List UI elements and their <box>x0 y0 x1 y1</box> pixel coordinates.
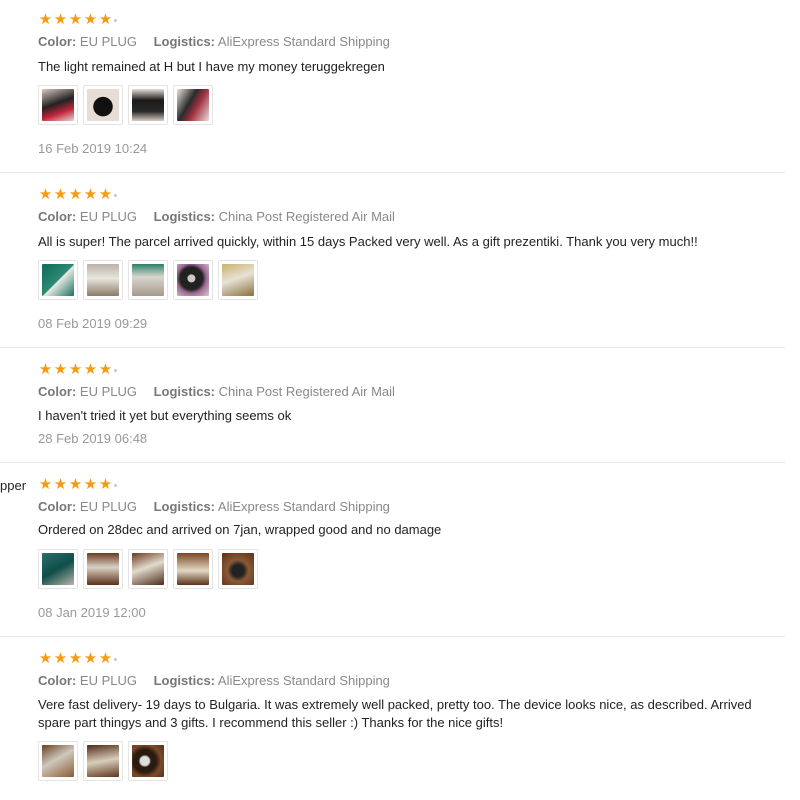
review-divider <box>0 347 785 348</box>
logistics-label: Logistics: <box>153 384 216 399</box>
review-photo[interactable] <box>38 549 78 589</box>
review-date: 28 Feb 2019 06:48 <box>38 431 148 446</box>
star-icon: ★ <box>53 186 68 203</box>
review-date: 16 Feb 2019 10:24 <box>38 141 148 156</box>
review-photo[interactable] <box>128 549 168 589</box>
review-photo[interactable] <box>128 741 168 781</box>
star-icon: ★ <box>38 650 53 667</box>
color-value: EU PLUG <box>79 209 137 224</box>
star-rating: ★ ★ ★ ★ ★ <box>38 187 117 203</box>
star-icon: ★ <box>53 476 68 493</box>
review-meta: Color: EU PLUG Logistics: AliExpress Sta… <box>38 673 390 688</box>
review-photo[interactable] <box>173 260 213 300</box>
review-meta: Color: EU PLUG Logistics: China Post Reg… <box>38 209 395 224</box>
star-icon: ★ <box>53 650 68 667</box>
rating-dot-icon <box>114 657 117 661</box>
review-meta: Color: EU PLUG Logistics: AliExpress Sta… <box>38 499 390 514</box>
review-photo[interactable] <box>38 260 78 300</box>
review-photo[interactable] <box>218 549 258 589</box>
logistics-value: China Post Registered Air Mail <box>218 384 395 399</box>
rating-dot-icon <box>114 18 117 22</box>
review-date: 08 Feb 2019 09:29 <box>38 316 148 331</box>
star-icon: ★ <box>38 361 53 378</box>
star-rating: ★ ★ ★ ★ ★ <box>38 362 117 378</box>
review-photo[interactable] <box>38 741 78 781</box>
review-divider <box>0 172 785 173</box>
color-value: EU PLUG <box>79 34 137 49</box>
color-value: EU PLUG <box>79 673 137 688</box>
logistics-label: Logistics: <box>153 673 216 688</box>
review-photo[interactable] <box>83 741 123 781</box>
review-photo[interactable] <box>173 85 213 125</box>
review-date: 08 Jan 2019 12:00 <box>38 605 146 620</box>
color-label: Color: <box>38 34 77 49</box>
logistics-value: AliExpress Standard Shipping <box>217 499 390 514</box>
star-icon: ★ <box>68 11 83 28</box>
rating-dot-icon <box>114 193 117 197</box>
star-icon: ★ <box>83 476 98 493</box>
logistics-value: AliExpress Standard Shipping <box>217 673 390 688</box>
reviewer-name-fragment: pper <box>0 478 27 493</box>
rating-dot-icon <box>114 483 117 487</box>
review-divider <box>0 636 785 637</box>
color-label: Color: <box>38 499 77 514</box>
review-photos <box>38 260 258 300</box>
review-photos <box>38 741 168 781</box>
star-icon: ★ <box>98 476 113 493</box>
star-rating: ★ ★ ★ ★ ★ <box>38 477 117 493</box>
logistics-label: Logistics: <box>153 34 216 49</box>
star-icon: ★ <box>98 650 113 667</box>
star-icon: ★ <box>83 650 98 667</box>
star-icon: ★ <box>98 186 113 203</box>
color-label: Color: <box>38 673 77 688</box>
star-icon: ★ <box>83 11 98 28</box>
star-rating: ★ ★ ★ ★ ★ <box>38 651 117 667</box>
color-value: EU PLUG <box>79 499 137 514</box>
review-photos <box>38 85 213 125</box>
logistics-value: AliExpress Standard Shipping <box>217 34 390 49</box>
star-icon: ★ <box>68 361 83 378</box>
review-photo[interactable] <box>83 85 123 125</box>
review-text: The light remained at H but I have my mo… <box>38 59 385 74</box>
color-value: EU PLUG <box>79 384 137 399</box>
review-text: Ordered on 28dec and arrived on 7jan, wr… <box>38 522 442 537</box>
review-photo[interactable] <box>83 549 123 589</box>
review-photo[interactable] <box>218 260 258 300</box>
logistics-value: China Post Registered Air Mail <box>218 209 395 224</box>
star-icon: ★ <box>98 361 113 378</box>
star-icon: ★ <box>53 11 68 28</box>
review-photo[interactable] <box>173 549 213 589</box>
review-photo[interactable] <box>83 260 123 300</box>
star-icon: ★ <box>38 11 53 28</box>
star-icon: ★ <box>83 361 98 378</box>
review-photo[interactable] <box>128 85 168 125</box>
review-divider <box>0 462 785 463</box>
rating-dot-icon <box>114 368 117 372</box>
star-icon: ★ <box>38 476 53 493</box>
review-photos <box>38 549 258 589</box>
logistics-label: Logistics: <box>153 209 216 224</box>
review-photo[interactable] <box>38 85 78 125</box>
star-icon: ★ <box>53 361 68 378</box>
review-meta: Color: EU PLUG Logistics: China Post Reg… <box>38 384 395 399</box>
review-text: I haven't tried it yet but everything se… <box>38 408 292 423</box>
star-icon: ★ <box>68 186 83 203</box>
review-text-line2: spare part thingys and 3 gifts. I recomm… <box>38 715 504 730</box>
review-text: Vere fast delivery- 19 days to Bulgaria.… <box>38 697 752 712</box>
logistics-label: Logistics: <box>153 499 216 514</box>
review-photo[interactable] <box>128 260 168 300</box>
star-icon: ★ <box>83 186 98 203</box>
review-meta: Color: EU PLUG Logistics: AliExpress Sta… <box>38 34 390 49</box>
color-label: Color: <box>38 384 77 399</box>
star-icon: ★ <box>68 650 83 667</box>
star-rating: ★ ★ ★ ★ ★ <box>38 12 117 28</box>
color-label: Color: <box>38 209 77 224</box>
star-icon: ★ <box>68 476 83 493</box>
star-icon: ★ <box>98 11 113 28</box>
star-icon: ★ <box>38 186 53 203</box>
review-text: All is super! The parcel arrived quickly… <box>38 234 698 249</box>
